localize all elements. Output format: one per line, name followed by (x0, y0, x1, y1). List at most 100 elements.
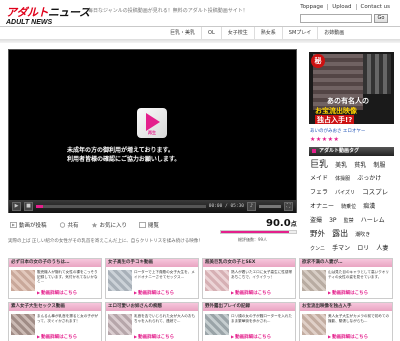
card-thumbnail[interactable] (108, 314, 132, 335)
card-detail-link[interactable]: 動画詳細はこちら (37, 290, 77, 296)
card-title[interactable]: 必ず日本の女の子のうちは… (9, 259, 101, 267)
video-card[interactable]: エロ可愛いお姉さんの痴態 乳首を舌でいじられた女が大人のおもちゃを入れられて、連続… (105, 302, 199, 341)
search-go-button[interactable]: Go (374, 14, 388, 23)
volume-icon[interactable]: ♪ (247, 202, 256, 211)
nav-band (0, 39, 400, 43)
tag-link[interactable]: 露出 (332, 229, 348, 238)
card-thumbnail[interactable] (205, 270, 229, 291)
card-detail-link[interactable]: 動画詳細はこちら (231, 334, 271, 340)
share-icon (59, 222, 65, 228)
card-detail-link[interactable]: 動画詳細はこちら (134, 334, 174, 340)
favorite-label: お気に入り (99, 223, 128, 229)
tag-link[interactable]: 監禁 (344, 218, 354, 224)
card-title[interactable]: 女子高生の手コキ動画 (106, 259, 198, 267)
related-videos-grid: 必ず日本の女の子のうちは… 販売機人が隠れて女性の裸をこっそり記録しています。気付… (8, 258, 393, 341)
tag-link[interactable]: 野外 (310, 229, 325, 238)
card-detail-link[interactable]: 動画詳細はこちら (328, 334, 368, 340)
share-action[interactable]: 共有 (59, 221, 79, 229)
tag-link[interactable]: ロリ (357, 245, 369, 252)
rating-bar (220, 230, 297, 234)
rating-score: 90.0点 (266, 218, 297, 229)
card-thumbnail[interactable] (11, 314, 35, 335)
tag-link[interactable]: 3P (329, 217, 336, 224)
tag-link[interactable]: 美乳 (335, 162, 347, 169)
ad-badge: 秘 (311, 54, 325, 68)
video-actions: 動画が投稿 共有 お気に入り 閲覧 (10, 221, 159, 229)
tag-link[interactable]: クンニ (310, 246, 325, 252)
card-title[interactable]: お宝流出映像を独占入手 (300, 303, 392, 311)
logo-title: アダルトニュース (6, 4, 90, 20)
tag-link[interactable]: メイド (310, 175, 328, 182)
category-tab[interactable]: SMプレイ (281, 27, 318, 39)
card-detail-link[interactable]: 動画詳細はこちら (134, 290, 174, 296)
card-description: 熟人が着いたエロに女子高生に性感帯あちこちで、イクイクっ！ (231, 270, 293, 279)
video-card[interactable]: 素人女子大生セックス動画 まんるん拳が乳首を擦ると女の子ががって、次ぐイかされます… (8, 302, 102, 341)
play-button[interactable]: 再生 (137, 108, 167, 138)
category-tab[interactable]: お姉動画 (317, 27, 350, 39)
site-tagline: 毎日なジャンルの投稿動画が見れる！無料のアダルト投稿動画サイト！ (88, 8, 248, 14)
favorite-action[interactable]: お気に入り (91, 221, 128, 229)
star-icon (91, 222, 97, 228)
card-thumbnail[interactable] (302, 314, 326, 335)
topnav-toppage-link[interactable]: Toppage (296, 4, 327, 10)
report-label: 動画が投稿 (19, 223, 47, 229)
tag-link[interactable]: パイズリ (335, 190, 355, 196)
card-detail-link[interactable]: 動画詳細はこちら (37, 334, 77, 340)
category-tab[interactable]: 熟女系 (253, 27, 282, 39)
video-card[interactable]: 女子高生の手コキ動画 ローターで上下貴殿の女子大生を、メイドオナニーさせてセックス… (105, 258, 199, 299)
ad-headline-3: 独占入手!? (315, 115, 355, 124)
view-action[interactable]: 閲覧 (139, 221, 159, 229)
category-navigation: 巨乳・美乳 OL 女子校生 熟女系 SMプレイ お姉動画 (164, 27, 350, 39)
logo-title-part2: ニュース (48, 6, 90, 19)
card-title[interactable]: 超美巨乳の女の子とSEX (203, 259, 295, 267)
age-notice-line2: 利用者皆様の確認にご協力お願いします。 (67, 156, 181, 163)
tag-link[interactable]: 貧乳 (354, 162, 366, 169)
search-input[interactable] (300, 14, 372, 23)
topnav-contact-link[interactable]: Contact us (355, 4, 395, 10)
play-pause-icon[interactable]: ▶ (12, 202, 21, 211)
tag-link[interactable]: 潮吹き (355, 232, 370, 238)
card-detail-link[interactable]: 動画詳細はこちら (328, 290, 368, 296)
category-tab[interactable]: OL (201, 27, 221, 39)
card-thumbnail[interactable] (108, 270, 132, 291)
tag-link[interactable]: 制服 (373, 162, 385, 169)
site-logo[interactable]: アダルトニュース ADULT NEWS (6, 4, 90, 26)
tag-link[interactable]: ぶっかけ (357, 175, 381, 182)
tag-link[interactable]: 巨乳 (310, 160, 328, 170)
card-thumbnail[interactable] (11, 270, 35, 291)
card-title[interactable]: 野外露出プレイの記録 (203, 303, 295, 311)
card-title[interactable]: 素人女子大生セックス動画 (9, 303, 101, 311)
card-title[interactable]: 欲求不満の人妻が… (300, 259, 392, 267)
video-player[interactable]: 再生 未成年の方の御利用が増えております。 利用者皆様の確認にご協力お願いします… (8, 49, 297, 213)
volume-slider[interactable] (259, 205, 281, 208)
report-action[interactable]: 動画が投稿 (10, 221, 47, 229)
seek-bar[interactable] (36, 205, 206, 208)
tag-link[interactable]: 盗撮 (310, 217, 322, 224)
card-title[interactable]: エロ可愛いお姉さんの痴態 (106, 303, 198, 311)
tag-link[interactable]: フェラ (310, 189, 328, 196)
tag-link[interactable]: 痴漢 (363, 203, 375, 210)
video-card[interactable]: 野外露出プレイの記録ロリ顔の女の子が膣ローターを入れたまま繁華街を歩かされ… 動画… (202, 302, 296, 341)
video-card[interactable]: 必ず日本の女の子のうちは… 販売機人が隠れて女性の裸をこっそり記録しています。気付… (8, 258, 102, 299)
video-card[interactable]: お宝流出映像を独占入手美人女子大生がカメラの前で初めての撮影、緊張しながらも… 動… (299, 302, 393, 341)
category-tab[interactable]: 巨乳・美乳 (164, 27, 201, 39)
tag-link[interactable]: 人妻 (376, 245, 388, 252)
tag-link[interactable]: コスプレ (362, 188, 388, 196)
sidebar-ad-banner[interactable]: 秘 あの有名人の お宝流出映像 独占入手!? (309, 52, 394, 124)
category-tab[interactable]: 女子校生 (220, 27, 254, 39)
logo-subtitle: ADULT NEWS (6, 19, 53, 26)
tag-link[interactable]: 手マン (332, 245, 350, 252)
stop-icon[interactable]: ■ (24, 202, 33, 211)
tag-link[interactable]: 体操服 (335, 176, 350, 182)
video-card[interactable]: 欲求不満の人妻が… 山は見た目のキャラとして高いクオリティの女性の姿を見せています… (299, 258, 393, 299)
ad-caption-link[interactable]: あいのがみおさ エロオヤー (310, 128, 365, 134)
card-thumbnail[interactable] (302, 270, 326, 291)
video-card[interactable]: 超美巨乳の女の子とSEX 熟人が着いたエロに女子高生に性感帯あちこちで、イクイクっ… (202, 258, 296, 299)
topnav-upload-link[interactable]: Upload (327, 4, 355, 10)
card-detail-link[interactable]: 動画詳細はこちら (231, 290, 271, 296)
tag-link[interactable]: オナニー (310, 203, 334, 210)
fullscreen-icon[interactable]: ⛶ (284, 202, 293, 211)
tag-link[interactable]: 騎乗位 (341, 204, 356, 210)
tag-link[interactable]: ハーレム (361, 217, 385, 224)
card-thumbnail[interactable] (205, 314, 229, 335)
